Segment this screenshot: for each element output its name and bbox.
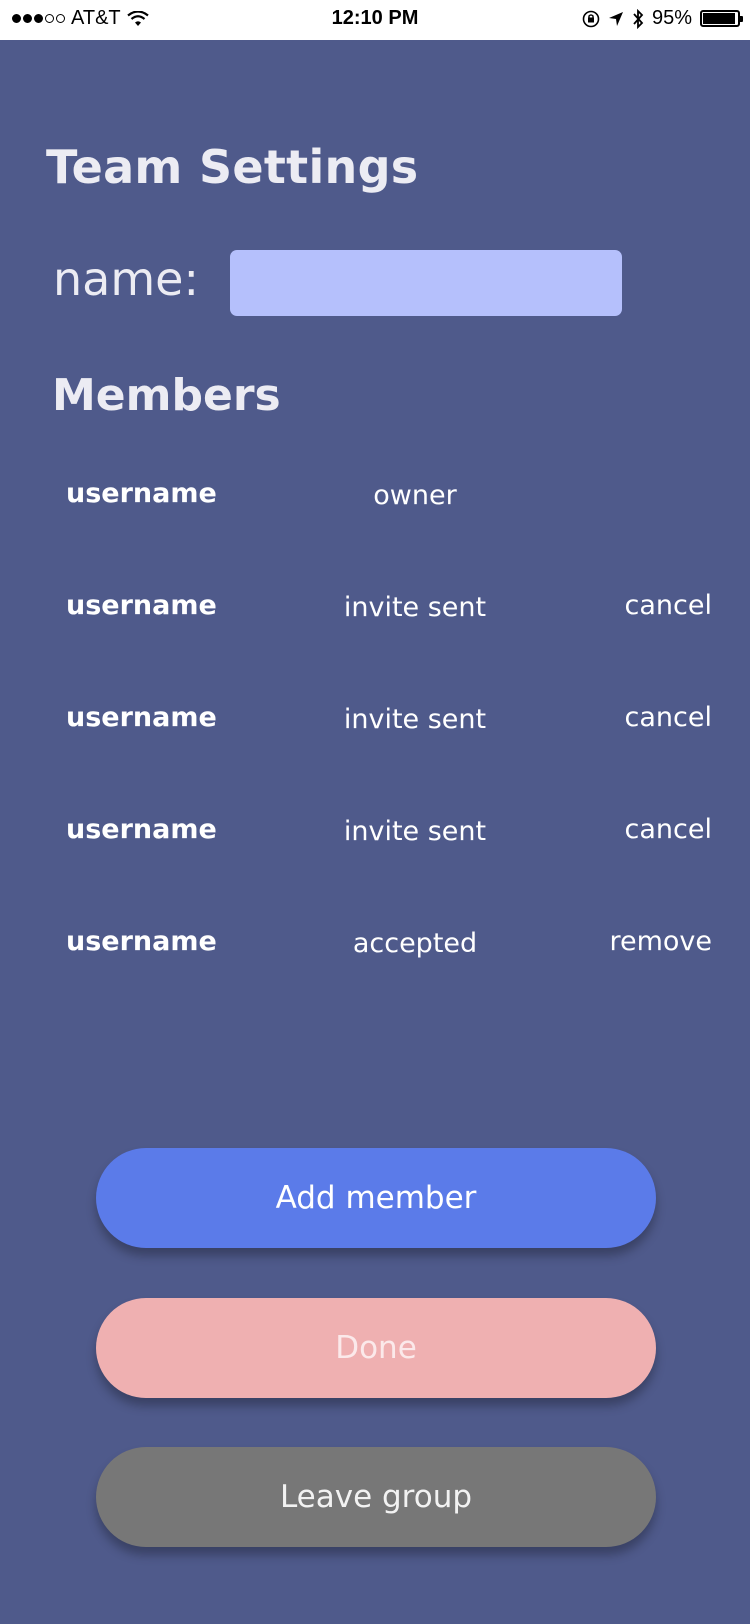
member-row: username invite sent cancel [0, 702, 750, 746]
battery-icon [700, 10, 743, 27]
status-bar: AT&T 12:10 PM 95% [0, 0, 750, 40]
battery-percentage: 95% [651, 7, 692, 29]
member-row: username owner [0, 478, 750, 522]
member-username: username [66, 926, 217, 957]
member-username: username [66, 702, 217, 733]
members-heading: Members [52, 370, 281, 421]
add-member-button[interactable]: Add member [96, 1148, 656, 1248]
member-status: accepted [352, 928, 478, 959]
member-row: username invite sent cancel [0, 590, 750, 634]
member-row: username accepted remove [0, 926, 750, 970]
member-username: username [66, 590, 217, 621]
page-title: Team Settings [46, 140, 419, 194]
leave-group-button[interactable]: Leave group [96, 1447, 656, 1547]
member-username: username [66, 814, 217, 845]
member-status: invite sent [343, 704, 487, 735]
bluetooth-icon [633, 8, 644, 29]
orientation-lock-icon [582, 10, 600, 27]
location-arrow-icon [608, 11, 623, 26]
member-status: invite sent [343, 592, 487, 623]
team-name-input[interactable] [230, 250, 622, 316]
remove-member-button[interactable]: remove [609, 926, 712, 957]
cancel-invite-button[interactable]: cancel [625, 590, 712, 621]
name-label: name: [53, 252, 199, 306]
cancel-invite-button[interactable]: cancel [625, 814, 712, 845]
member-username: username [66, 478, 217, 509]
member-status: invite sent [343, 816, 487, 847]
done-button[interactable]: Done [96, 1298, 656, 1398]
member-row: username invite sent cancel [0, 814, 750, 858]
status-bar-right: 95% [582, 7, 743, 30]
member-status: owner [373, 480, 457, 511]
cancel-invite-button[interactable]: cancel [625, 702, 712, 733]
